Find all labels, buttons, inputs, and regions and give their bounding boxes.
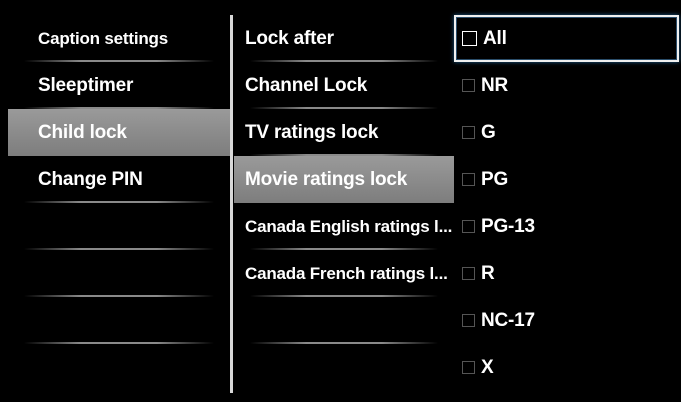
menu-empty-row [8, 297, 230, 344]
submenu-item-label: Movie ratings lock [245, 168, 408, 190]
submenu-item-label: Canada English ratings l... [245, 216, 453, 236]
rating-option-label: NC-17 [481, 309, 535, 331]
rating-option-pg-13[interactable]: PG-13 [454, 203, 679, 250]
rating-option-label: R [481, 262, 495, 284]
checkbox-icon[interactable] [462, 31, 477, 46]
submenu-item-label: Canada French ratings l... [245, 263, 448, 283]
menu-item-label: Change PIN [38, 168, 143, 190]
rating-option-nc-17[interactable]: NC-17 [454, 297, 679, 344]
submenu-item-label: Channel Lock [245, 74, 368, 96]
child-lock-submenu: Lock after Channel Lock TV ratings lock … [234, 15, 454, 391]
submenu-item-channel-lock[interactable]: Channel Lock [234, 62, 454, 109]
rating-option-label: G [481, 121, 496, 143]
checkbox-icon[interactable] [462, 361, 475, 374]
checkbox-icon[interactable] [462, 126, 475, 139]
menu-empty-row [8, 344, 230, 391]
main-menu: Caption settings Sleeptimer Child lock C… [8, 15, 230, 391]
submenu-empty-row [234, 344, 454, 391]
rating-option-label: PG [481, 168, 509, 190]
submenu-item-movie-ratings-lock[interactable]: Movie ratings lock [234, 156, 454, 203]
submenu-item-tv-ratings-lock[interactable]: TV ratings lock [234, 109, 454, 156]
menu-item-caption-settings[interactable]: Caption settings [8, 15, 230, 62]
checkbox-icon[interactable] [462, 173, 475, 186]
checkbox-icon[interactable] [462, 79, 475, 92]
rating-option-label: X [481, 356, 494, 378]
menu-item-label: Sleeptimer [38, 74, 134, 96]
rating-option-all[interactable]: All [454, 15, 679, 62]
column-divider [230, 15, 233, 393]
menu-item-label: Caption settings [38, 28, 168, 48]
submenu-item-label: TV ratings lock [245, 121, 379, 143]
menu-empty-row [8, 250, 230, 297]
rating-option-label: PG-13 [481, 215, 535, 237]
menu-item-label: Child lock [38, 121, 127, 143]
rating-option-r[interactable]: R [454, 250, 679, 297]
menu-item-change-pin[interactable]: Change PIN [8, 156, 230, 203]
submenu-item-canada-french-ratings-lock[interactable]: Canada French ratings l... [234, 250, 454, 297]
submenu-item-lock-after[interactable]: Lock after [234, 15, 454, 62]
submenu-item-canada-english-ratings-lock[interactable]: Canada English ratings l... [234, 203, 454, 250]
menu-item-child-lock[interactable]: Child lock [8, 109, 230, 156]
submenu-item-label: Lock after [245, 27, 334, 49]
menu-empty-row [8, 203, 230, 250]
rating-option-nr[interactable]: NR [454, 62, 679, 109]
rating-option-label: All [483, 27, 507, 49]
checkbox-icon[interactable] [462, 314, 475, 327]
movie-ratings-options: All NR G PG PG-13 R NC-17 X [454, 15, 679, 391]
rating-option-x[interactable]: X [454, 344, 679, 391]
rating-option-label: NR [481, 74, 509, 96]
checkbox-icon[interactable] [462, 267, 475, 280]
rating-option-g[interactable]: G [454, 109, 679, 156]
menu-item-sleeptimer[interactable]: Sleeptimer [8, 62, 230, 109]
submenu-empty-row [234, 297, 454, 344]
checkbox-icon[interactable] [462, 220, 475, 233]
rating-option-pg[interactable]: PG [454, 156, 679, 203]
tv-settings-screen: Caption settings Sleeptimer Child lock C… [0, 0, 681, 402]
